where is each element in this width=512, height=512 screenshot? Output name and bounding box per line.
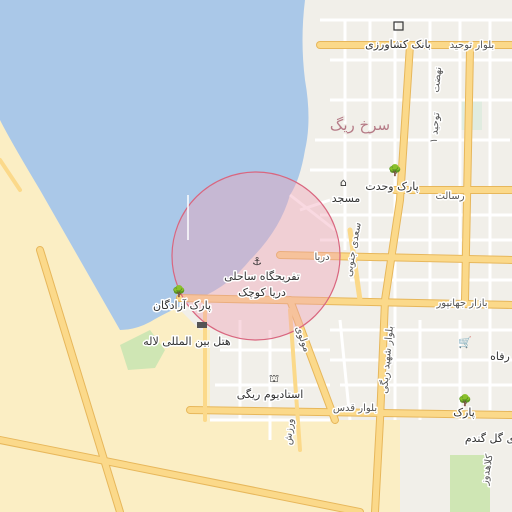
street-label-bazar: بازار جهانپور: [435, 298, 487, 309]
poi-label-masjed: مسجد: [332, 192, 361, 205]
street-label-resalat: رسالت: [435, 191, 464, 202]
poi-label-stadium: استادیوم ریگی: [237, 388, 304, 401]
street-label-varzesh: ورزش: [283, 418, 296, 446]
poi-label-park-azadegan: پارک آزادگان: [153, 298, 211, 312]
tree-icon: 🌳: [388, 163, 402, 177]
poi-label-gol-gandom: ی گل گندم: [465, 432, 512, 445]
district-label: سرخ ریگ: [330, 116, 390, 134]
street-label-ghods: بلوار قدس: [333, 403, 377, 414]
poi-label-tafrihgah-2: دریا کوچک: [238, 286, 286, 299]
poi-gol-gandom[interactable]: ی گل گندم: [463, 431, 512, 447]
anchor-icon: ⚓: [252, 255, 262, 268]
mosque-icon: ⌂: [340, 176, 347, 189]
tree-icon: 🌳: [172, 284, 186, 298]
map-canvas[interactable]: سرخ ریگ بلوار توحید دریا سعدی جنوبی رسال…: [0, 0, 512, 512]
poi-label-park-vahdat: پارک وحدت: [365, 180, 418, 193]
street-label-nahzat: نهضت: [431, 66, 444, 93]
hotel-icon: [197, 322, 207, 328]
street-label-bolvar-tohid: بلوار توحید: [450, 40, 494, 51]
poi-label-hotel: هتل بین المللی لاله: [143, 335, 231, 348]
cart-icon: 🛒: [458, 336, 472, 349]
tree-icon: 🌳: [458, 393, 472, 407]
street-label-derya: دریا: [314, 252, 329, 263]
poi-label-bank: بانک کشاورزی: [365, 38, 431, 51]
poi-label-park-right: پارک: [453, 406, 475, 419]
poi-label-tafrihgah-1: تفریحگاه ساحلی: [224, 270, 300, 283]
sand-plain: [0, 330, 210, 512]
stadium-icon: ⛫: [269, 372, 279, 385]
poi-label-rafah: رفاه: [490, 350, 510, 363]
